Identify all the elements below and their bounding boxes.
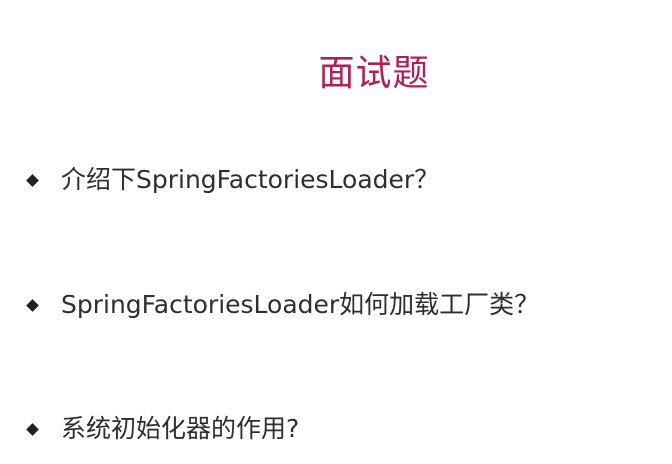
slide-title: 面试题 xyxy=(318,53,430,94)
diamond-bullet-icon xyxy=(26,173,39,187)
question-item: SpringFactoriesLoader如何加载工厂类？ xyxy=(26,285,539,325)
question-text: 介绍下SpringFactoriesLoader？ xyxy=(61,165,440,194)
presentation-slide: 面试题 介绍下SpringFactoriesLoader？ SpringFact… xyxy=(0,0,672,464)
question-item: 介绍下SpringFactoriesLoader？ xyxy=(26,160,439,200)
question-item: 系统初始化器的作用? xyxy=(26,409,299,449)
diamond-bullet-icon xyxy=(26,298,39,312)
question-text: SpringFactoriesLoader如何加载工厂类？ xyxy=(61,290,540,319)
diamond-bullet-icon xyxy=(26,422,39,436)
question-text: 系统初始化器的作用? xyxy=(61,414,300,443)
